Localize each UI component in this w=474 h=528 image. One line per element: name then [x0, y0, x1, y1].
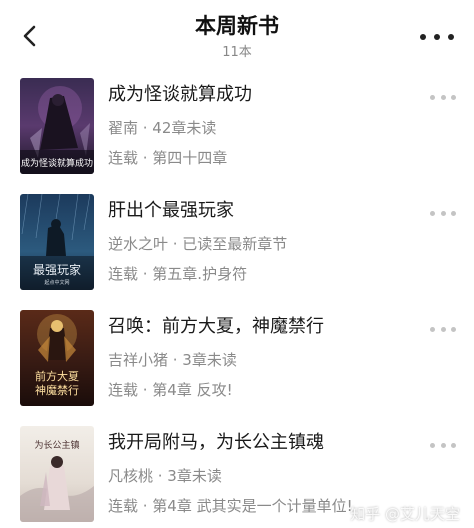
book-meta: 吉祥小猪 · 3章未读 — [108, 351, 237, 369]
book-row[interactable]: 成为怪谈就算成功 成为怪谈就算成功 翟南 · 42章未读 连载 · 第四十四章 — [0, 70, 474, 186]
book-info: 肝出个最强玩家 逆水之叶 · 已读至最新章节 连载 · 第五章.护身符 — [108, 198, 408, 285]
book-info: 召唤：前方大夏，神魔禁行 吉祥小猪 · 3章未读 连载 · 第4章 反攻! — [108, 314, 408, 401]
more-options-icon[interactable] — [420, 28, 454, 46]
book-cover[interactable]: 最强玩家 起点中文网 — [20, 194, 94, 290]
book-status: 连载 · 第四十四章 — [108, 149, 228, 167]
book-status: 连载 · 第4章 反攻! — [108, 381, 233, 399]
book-count: 11本 — [222, 45, 252, 60]
more-options-icon[interactable] — [430, 324, 456, 334]
cover-title-text: 最强玩家 — [33, 262, 81, 277]
book-cover[interactable]: 为长公主镇 — [20, 426, 94, 522]
cover-publisher-text: 起点中文网 — [44, 279, 69, 286]
cover-image: 成为怪谈就算成功 — [20, 78, 94, 174]
book-meta: 凡核桃 · 3章未读 — [108, 467, 222, 485]
book-cover[interactable]: 成为怪谈就算成功 — [20, 78, 94, 174]
book-status: 连载 · 第五章.护身符 — [108, 265, 248, 283]
book-info: 成为怪谈就算成功 翟南 · 42章未读 连载 · 第四十四章 — [108, 82, 408, 169]
cover-title-text: 为长公主镇 — [34, 439, 79, 451]
book-meta: 逆水之叶 · 已读至最新章节 — [108, 235, 288, 253]
cover-image: 最强玩家 起点中文网 — [20, 194, 94, 290]
cover-title-text: 前方大夏 — [35, 369, 79, 383]
cover-image: 为长公主镇 — [20, 426, 94, 522]
book-row[interactable]: 最强玩家 起点中文网 肝出个最强玩家 逆水之叶 · 已读至最新章节 连载 · 第… — [0, 186, 474, 302]
book-title: 成为怪谈就算成功 — [108, 84, 252, 105]
page-title: 本周新书 — [195, 14, 279, 38]
book-title: 我开局附马，为长公主镇魂 — [108, 432, 324, 453]
more-options-icon[interactable] — [430, 440, 456, 450]
top-bar: 本周新书 11本 — [0, 0, 474, 66]
book-cover[interactable]: 前方大夏 神魔禁行 — [20, 310, 94, 406]
more-options-icon[interactable] — [430, 208, 456, 218]
book-row[interactable]: 前方大夏 神魔禁行 召唤：前方大夏，神魔禁行 吉祥小猪 · 3章未读 连载 · … — [0, 302, 474, 418]
book-meta: 翟南 · 42章未读 — [108, 119, 217, 137]
cover-image: 前方大夏 神魔禁行 — [20, 310, 94, 406]
cover-title-text: 成为怪谈就算成功 — [21, 157, 93, 169]
book-title: 召唤：前方大夏，神魔禁行 — [108, 316, 324, 337]
zhihu-watermark: 知乎 @艾儿天空 — [350, 505, 460, 523]
cover-title-text: 神魔禁行 — [35, 383, 79, 397]
book-title: 肝出个最强玩家 — [108, 200, 234, 221]
more-options-icon[interactable] — [430, 92, 456, 102]
